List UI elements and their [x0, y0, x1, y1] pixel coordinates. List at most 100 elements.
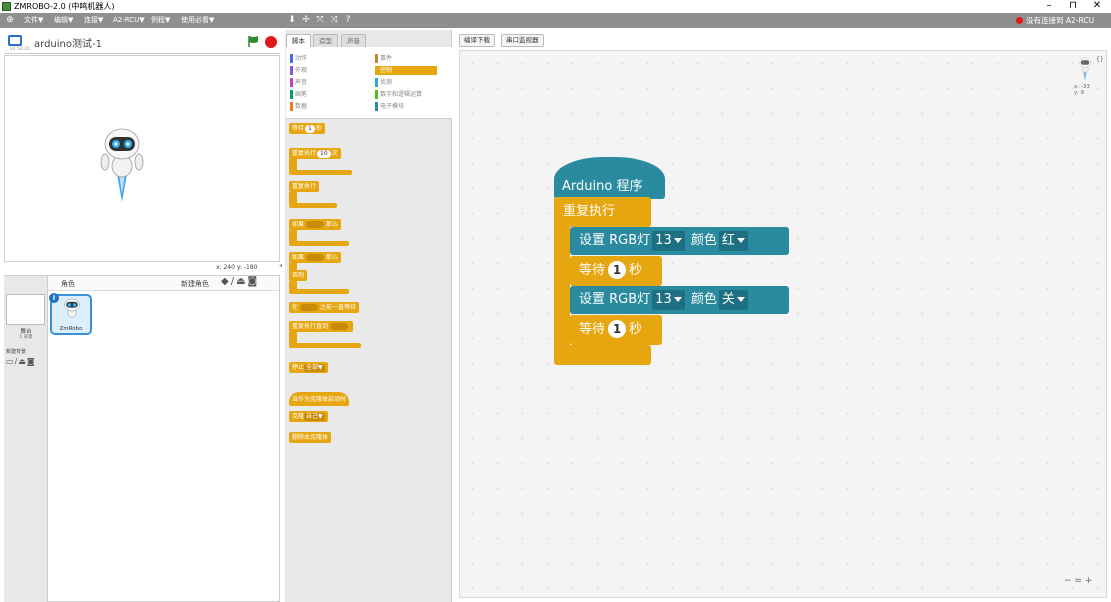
current-sprite-icon	[1079, 57, 1091, 82]
zoom-reset-icon[interactable]: =	[1074, 576, 1082, 586]
version-label: v2 58.26	[10, 47, 30, 52]
upload-backdrop-icon[interactable]: ⏏	[18, 357, 27, 366]
category-sound[interactable]: 声音	[290, 78, 352, 87]
compile-download-button[interactable]: 编译下载	[459, 34, 495, 47]
sprites-label: 角色	[61, 280, 75, 288]
category-data[interactable]: 数据	[290, 102, 352, 111]
block-wait-until[interactable]: 在之前一直等待	[289, 302, 360, 313]
wait-block-1-content: 等待 1 秒	[579, 261, 643, 279]
block-if-else[interactable]: 如果 那么	[289, 252, 342, 263]
forever-block-foot	[554, 345, 651, 365]
category-operators[interactable]: 数字和逻辑运算	[375, 90, 437, 99]
stage-coordinates: x: 240 y: -180	[216, 264, 258, 271]
serial-monitor-button[interactable]: 串口监视器	[501, 34, 544, 47]
category-looks[interactable]: 外观	[290, 66, 352, 75]
info-icon[interactable]: i	[49, 293, 59, 303]
maximize-button[interactable]: ⊓	[1062, 0, 1084, 13]
block-when-clone[interactable]: 当作为克隆体启动时	[289, 392, 350, 406]
robot-thumb-icon	[64, 298, 80, 318]
upload-sprite-icon[interactable]: ⏏	[236, 276, 247, 287]
minimize-button[interactable]: –	[1038, 0, 1060, 13]
connection-status-dot	[1016, 17, 1023, 24]
menu-examples[interactable]: 例程▼	[151, 15, 170, 26]
block-wait[interactable]: 等待 1 秒	[289, 123, 325, 134]
help-icon[interactable]: ?	[343, 15, 353, 26]
menu-bar: ⊕ 文件▼ 编辑▼ 连接▼ A2-RCU▼ 例程▼ 使用必看▼ ⬇ ✢ ⤧ ⤨ …	[0, 13, 1111, 28]
forever-block-arm	[554, 220, 570, 350]
delete-icon[interactable]: ✢	[301, 15, 311, 26]
category-events[interactable]: 事件	[375, 54, 437, 63]
block-repeat-until[interactable]: 重复执行直到	[289, 321, 354, 332]
new-sprite-tools: ◆/⏏◙	[221, 276, 259, 287]
backdrop-tools: ▭/⏏◙	[6, 357, 36, 366]
sprite-position: x: -33 y: 9	[1074, 84, 1090, 96]
green-flag-icon[interactable]	[247, 35, 259, 48]
category-sensing[interactable]: 侦测	[375, 78, 437, 87]
block-if[interactable]: 如果 那么	[289, 219, 342, 230]
block-else: 否则	[289, 270, 308, 281]
pin-dropdown-2[interactable]: 13	[652, 290, 685, 310]
zoom-in-icon[interactable]: +	[1085, 576, 1093, 586]
block-repeat-foot	[289, 170, 352, 175]
stop-icon[interactable]	[265, 36, 277, 48]
camera-backdrop-icon[interactable]: ◙	[27, 357, 36, 366]
block-forever-foot	[289, 203, 337, 208]
menu-must-read[interactable]: 使用必看▼	[181, 15, 214, 26]
duplicate-icon[interactable]: ⬇	[287, 15, 297, 26]
category-control[interactable]: 控制	[375, 66, 437, 75]
wait-input-2[interactable]: 1	[608, 320, 627, 338]
connection-status[interactable]: 没有连接到 A2-RCU	[1026, 15, 1094, 26]
grow-icon[interactable]: ⤧	[315, 15, 325, 26]
block-forever[interactable]: 重复执行	[289, 181, 320, 192]
wait-input-1[interactable]: 1	[608, 261, 627, 279]
block-delete-clone[interactable]: 删除本克隆体	[289, 432, 332, 443]
sprite-header: 角色 新建角色 ◆/⏏◙	[48, 276, 279, 291]
stage-scene-count: 1 背景	[19, 335, 33, 340]
paint-backdrop-icon[interactable]: ▭	[6, 357, 15, 366]
tab-scripts[interactable]: 脚本	[286, 34, 311, 47]
collapse-stage-icon[interactable]: ◂	[279, 262, 282, 269]
close-button[interactable]: ✕	[1086, 0, 1108, 13]
shrink-icon[interactable]: ⤨	[329, 15, 339, 26]
pin-dropdown-1[interactable]: 13	[652, 231, 685, 251]
zoom-out-icon[interactable]: −	[1064, 576, 1072, 586]
menu-edit[interactable]: 编辑▼	[54, 15, 73, 26]
category-pen[interactable]: 画笔	[290, 90, 352, 99]
stage-column: 舞台 1 背景 新建背景 ▭/⏏◙	[4, 276, 48, 602]
tab-costumes[interactable]: 造型	[313, 34, 338, 47]
globe-icon[interactable]: ⊕	[5, 15, 15, 26]
set-rgb-block-2-content: 设置 RGB灯 13 颜色关	[579, 286, 750, 314]
menu-connect[interactable]: 连接▼	[84, 15, 103, 26]
window-title: ZMROBO-2.0 (中鸣机器人)	[14, 2, 115, 11]
hat-label: Arduino 程序	[562, 179, 643, 194]
stage-header: arduino测试-1 v2 58.26	[4, 30, 280, 54]
code-view-icon[interactable]: {}	[1096, 56, 1104, 63]
block-if-foot	[289, 241, 349, 246]
sprite-tile[interactable]: i ZmRobo	[49, 293, 92, 335]
stage-thumbnail[interactable]	[6, 294, 45, 325]
category-motion[interactable]: 动作	[290, 54, 352, 63]
block-clone[interactable]: 克隆 自己▼	[289, 411, 328, 422]
tab-sounds[interactable]: 声音	[341, 34, 366, 47]
zoom-controls: − = +	[1064, 576, 1092, 586]
color-dropdown-2[interactable]: 关	[718, 290, 748, 310]
app-icon	[2, 2, 11, 11]
project-title[interactable]: arduino测试-1	[34, 35, 102, 50]
block-repeat[interactable]: 重复执行 10 次	[289, 148, 341, 159]
stage[interactable]	[4, 55, 280, 262]
menu-a2rcu[interactable]: A2-RCU▼	[113, 15, 145, 26]
fullscreen-icon[interactable]	[8, 35, 22, 46]
block-else-arm	[289, 281, 297, 289]
camera-sprite-icon[interactable]: ◙	[248, 276, 260, 287]
block-repeat-until-foot	[289, 343, 361, 348]
robot-sprite[interactable]	[99, 124, 145, 204]
menu-file[interactable]: 文件▼	[24, 15, 43, 26]
sprite-library-icon[interactable]: ◆	[221, 276, 231, 287]
block-if-else-foot	[289, 289, 349, 294]
wait-block-2-content: 等待 1 秒	[579, 320, 643, 338]
color-dropdown-1[interactable]: 红	[718, 231, 748, 251]
sprite-name: ZmRobo	[59, 326, 83, 332]
block-stop[interactable]: 停止 全部▼	[289, 362, 328, 373]
category-electronics[interactable]: 电子模块	[375, 102, 437, 111]
set-rgb-block-1-content: 设置 RGB灯 13 颜色红	[579, 227, 750, 255]
